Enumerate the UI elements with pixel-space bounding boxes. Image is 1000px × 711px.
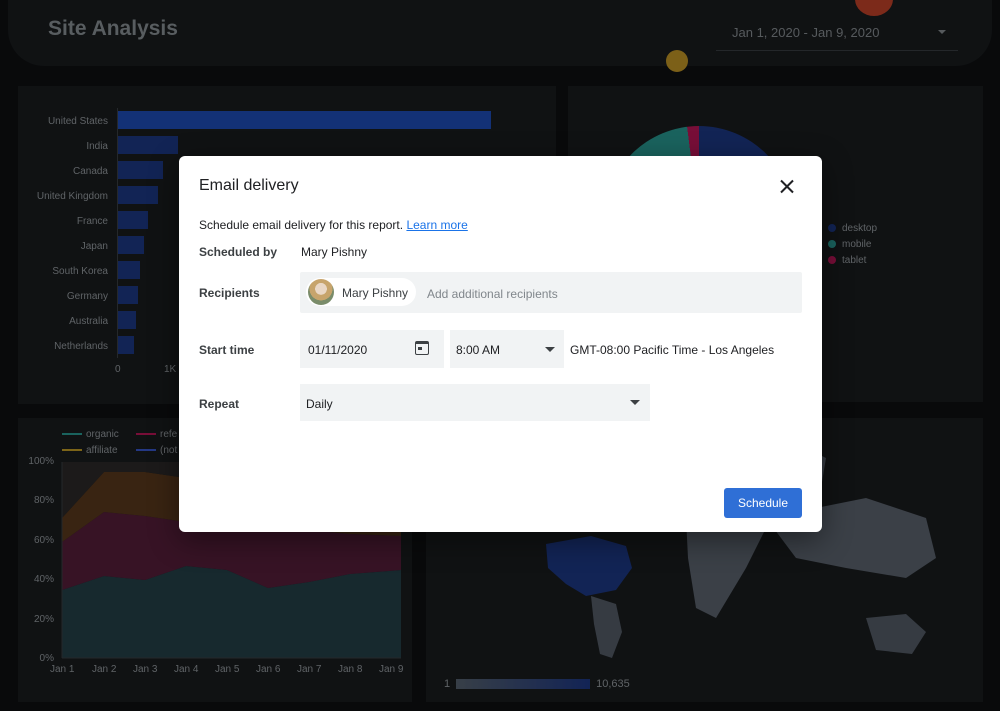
repeat-label: Repeat — [199, 397, 240, 411]
start-date-field[interactable]: 01/11/2020 — [300, 330, 444, 368]
chevron-down-icon — [545, 347, 555, 352]
dialog-title: Email delivery — [199, 177, 299, 194]
start-time-select[interactable]: 8:00 AM — [450, 330, 564, 368]
start-time-value: 8:00 AM — [456, 343, 501, 357]
scheduled-by-value: Mary Pishny — [301, 245, 368, 259]
start-time-label: Start time — [199, 343, 255, 357]
avatar — [308, 279, 334, 305]
timezone-text: GMT-08:00 Pacific Time - Los Angeles — [570, 343, 775, 357]
learn-more-link[interactable]: Learn more — [406, 218, 467, 232]
repeat-select[interactable]: Daily — [300, 384, 650, 421]
chevron-down-icon — [630, 400, 640, 405]
start-date-value: 01/11/2020 — [308, 343, 368, 357]
schedule-button[interactable]: Schedule — [724, 488, 802, 518]
repeat-value: Daily — [306, 397, 333, 411]
close-icon[interactable] — [776, 176, 798, 198]
calendar-icon[interactable] — [415, 341, 429, 355]
email-delivery-dialog: Email delivery Schedule email delivery f… — [179, 156, 822, 532]
dialog-description: Schedule email delivery for this report.… — [199, 218, 468, 232]
add-recipients-input[interactable] — [425, 278, 789, 309]
recipient-chip-name: Mary Pishny — [342, 286, 409, 300]
recipients-label: Recipients — [199, 286, 260, 300]
scheduled-by-label: Scheduled by — [199, 245, 278, 259]
recipient-chip[interactable]: Mary Pishny — [306, 278, 416, 306]
recipients-field[interactable]: Mary Pishny — [300, 272, 802, 313]
